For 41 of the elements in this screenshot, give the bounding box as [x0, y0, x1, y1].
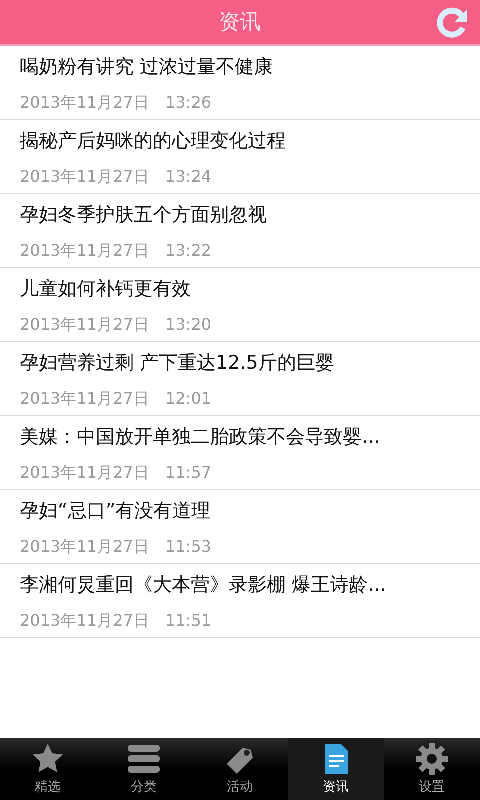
- news-title: 李湘何炅重回《大本营》录影棚 爆王诗龄...: [20, 573, 388, 598]
- news-time: 12:01: [165, 389, 212, 410]
- refresh-icon[interactable]: [436, 6, 468, 38]
- news-title: 揭秘产后妈咪的的心理变化过程: [20, 129, 287, 154]
- news-time: 13:22: [165, 241, 212, 262]
- news-title: 美媒：中国放开单独二胎政策不会导致婴...: [20, 425, 382, 450]
- news-item[interactable]: 孕妇“忌口”有没有道理 2013年11月27日 11:53: [0, 490, 480, 564]
- tab[interactable]: 分类: [96, 738, 192, 800]
- news-item[interactable]: 揭秘产后妈咪的的心理变化过程 2013年11月27日 13:24: [0, 120, 480, 194]
- settings-icon: [415, 742, 449, 776]
- news-title: 喝奶粉有讲究 过浓过量不健康: [20, 55, 274, 80]
- news-date: 2013年11月27日: [20, 463, 150, 484]
- news-item[interactable]: 美媒：中国放开单独二胎政策不会导致婴... 2013年11月27日 11:57: [0, 416, 480, 490]
- news-title: 儿童如何补钙更有效: [20, 277, 192, 302]
- news-time: 13:20: [165, 315, 212, 336]
- news-item[interactable]: 儿童如何补钙更有效 2013年11月27日 13:20: [0, 268, 480, 342]
- tab[interactable]: 活动: [192, 738, 288, 800]
- news-date: 2013年11月27日: [20, 537, 150, 558]
- news-time: 11:51: [165, 611, 212, 632]
- tab[interactable]: 设置: [384, 738, 480, 800]
- page-title: 资讯: [219, 9, 261, 36]
- tab[interactable]: 资讯: [288, 738, 384, 800]
- news-title: 孕妇“忌口”有没有道理: [20, 499, 212, 524]
- news-date: 2013年11月27日: [20, 389, 150, 410]
- news-time: 13:24: [165, 167, 212, 188]
- news-time: 11:57: [165, 463, 212, 484]
- news-date: 2013年11月27日: [20, 315, 150, 336]
- news-time: 11:53: [165, 537, 212, 558]
- tab[interactable]: 精选: [0, 738, 96, 800]
- news-item[interactable]: 孕妇冬季护肤五个方面别忽视 2013年11月27日 13:22: [0, 194, 480, 268]
- news-title: 孕妇营养过剩 产下重达12.5斤的巨婴: [20, 351, 336, 376]
- news-time: 13:26: [165, 93, 212, 114]
- news-item[interactable]: 孕妇营养过剩 产下重达12.5斤的巨婴 2013年11月27日 12:01: [0, 342, 480, 416]
- news-date: 2013年11月27日: [20, 611, 150, 632]
- news-date: 2013年11月27日: [20, 241, 150, 262]
- news-item[interactable]: 喝奶粉有讲究 过浓过量不健康 2013年11月27日 13:26: [0, 46, 480, 120]
- news-title: 孕妇冬季护肤五个方面别忽视: [20, 203, 268, 228]
- news-item[interactable]: 李湘何炅重回《大本营》录影棚 爆王诗龄... 2013年11月27日 11:51: [0, 564, 480, 638]
- news-date: 2013年11月27日: [20, 93, 150, 114]
- news-date: 2013年11月27日: [20, 167, 150, 188]
- menu-icon: [127, 742, 161, 776]
